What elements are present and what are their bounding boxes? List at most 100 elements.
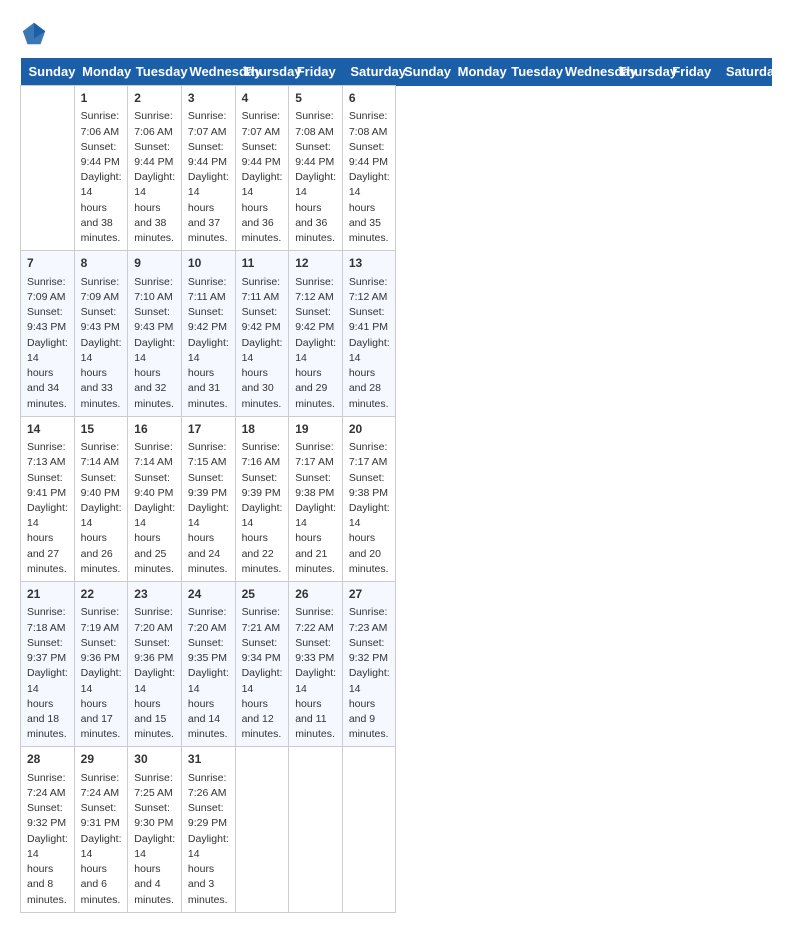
cell-content: 6 Sunrise: 7:08 AM Sunset: 9:44 PM Dayli… xyxy=(349,90,390,246)
day-number: 31 xyxy=(188,751,229,768)
calendar-cell: 15 Sunrise: 7:14 AM Sunset: 9:40 PM Dayl… xyxy=(74,416,128,581)
day-number: 7 xyxy=(27,255,68,272)
daylight-text: Daylight: 14 hours and 29 minutes. xyxy=(295,337,336,410)
sunrise-text: Sunrise: 7:08 AM xyxy=(349,110,388,137)
calendar-cell xyxy=(289,747,343,912)
sunset-text: Sunset: 9:43 PM xyxy=(27,306,66,333)
day-number: 2 xyxy=(134,90,175,107)
sunrise-text: Sunrise: 7:06 AM xyxy=(134,110,173,137)
daylight-text: Daylight: 14 hours and 36 minutes. xyxy=(295,171,336,244)
calendar-cell: 6 Sunrise: 7:08 AM Sunset: 9:44 PM Dayli… xyxy=(342,86,396,251)
sunset-text: Sunset: 9:43 PM xyxy=(134,306,173,333)
calendar-week-row: 21 Sunrise: 7:18 AM Sunset: 9:37 PM Dayl… xyxy=(21,582,772,747)
day-number: 1 xyxy=(81,90,122,107)
sunset-text: Sunset: 9:38 PM xyxy=(349,472,388,499)
day-number: 6 xyxy=(349,90,390,107)
daylight-text: Daylight: 14 hours and 21 minutes. xyxy=(295,502,336,575)
day-number: 10 xyxy=(188,255,229,272)
calendar-cell: 8 Sunrise: 7:09 AM Sunset: 9:43 PM Dayli… xyxy=(74,251,128,416)
daylight-text: Daylight: 14 hours and 26 minutes. xyxy=(81,502,122,575)
daylight-text: Daylight: 14 hours and 12 minutes. xyxy=(242,667,283,740)
weekday-header-saturday: Saturday xyxy=(342,58,396,86)
calendar-cell: 22 Sunrise: 7:19 AM Sunset: 9:36 PM Dayl… xyxy=(74,582,128,747)
day-number: 22 xyxy=(81,586,122,603)
day-number: 13 xyxy=(349,255,390,272)
daylight-text: Daylight: 14 hours and 6 minutes. xyxy=(81,833,122,906)
daylight-text: Daylight: 14 hours and 31 minutes. xyxy=(188,337,229,410)
sunset-text: Sunset: 9:35 PM xyxy=(188,637,227,664)
weekday-header-row: SundayMondayTuesdayWednesdayThursdayFrid… xyxy=(21,58,772,86)
daylight-text: Daylight: 14 hours and 33 minutes. xyxy=(81,337,122,410)
calendar-cell: 11 Sunrise: 7:11 AM Sunset: 9:42 PM Dayl… xyxy=(235,251,289,416)
calendar-cell xyxy=(235,747,289,912)
daylight-text: Daylight: 14 hours and 32 minutes. xyxy=(134,337,175,410)
weekday-header-tuesday: Tuesday xyxy=(503,58,557,86)
sunset-text: Sunset: 9:42 PM xyxy=(188,306,227,333)
daylight-text: Daylight: 14 hours and 15 minutes. xyxy=(134,667,175,740)
cell-content: 21 Sunrise: 7:18 AM Sunset: 9:37 PM Dayl… xyxy=(27,586,68,742)
sunset-text: Sunset: 9:44 PM xyxy=(242,141,281,168)
calendar-cell: 16 Sunrise: 7:14 AM Sunset: 9:40 PM Dayl… xyxy=(128,416,182,581)
sunrise-text: Sunrise: 7:25 AM xyxy=(134,772,173,799)
sunrise-text: Sunrise: 7:08 AM xyxy=(295,110,334,137)
sunrise-text: Sunrise: 7:09 AM xyxy=(81,276,120,303)
sunrise-text: Sunrise: 7:10 AM xyxy=(134,276,173,303)
sunset-text: Sunset: 9:41 PM xyxy=(349,306,388,333)
sunrise-text: Sunrise: 7:18 AM xyxy=(27,606,66,633)
daylight-text: Daylight: 14 hours and 20 minutes. xyxy=(349,502,390,575)
day-number: 5 xyxy=(295,90,336,107)
cell-content: 12 Sunrise: 7:12 AM Sunset: 9:42 PM Dayl… xyxy=(295,255,336,411)
sunset-text: Sunset: 9:44 PM xyxy=(134,141,173,168)
sunset-text: Sunset: 9:44 PM xyxy=(81,141,120,168)
daylight-text: Daylight: 14 hours and 22 minutes. xyxy=(242,502,283,575)
calendar-cell: 27 Sunrise: 7:23 AM Sunset: 9:32 PM Dayl… xyxy=(342,582,396,747)
day-number: 26 xyxy=(295,586,336,603)
cell-content: 14 Sunrise: 7:13 AM Sunset: 9:41 PM Dayl… xyxy=(27,421,68,577)
sunset-text: Sunset: 9:40 PM xyxy=(81,472,120,499)
cell-content: 13 Sunrise: 7:12 AM Sunset: 9:41 PM Dayl… xyxy=(349,255,390,411)
calendar-cell: 25 Sunrise: 7:21 AM Sunset: 9:34 PM Dayl… xyxy=(235,582,289,747)
cell-content: 20 Sunrise: 7:17 AM Sunset: 9:38 PM Dayl… xyxy=(349,421,390,577)
weekday-header-monday: Monday xyxy=(450,58,504,86)
daylight-text: Daylight: 14 hours and 8 minutes. xyxy=(27,833,68,906)
weekday-header-wednesday: Wednesday xyxy=(181,58,235,86)
sunrise-text: Sunrise: 7:20 AM xyxy=(188,606,227,633)
sunset-text: Sunset: 9:34 PM xyxy=(242,637,281,664)
daylight-text: Daylight: 14 hours and 36 minutes. xyxy=(242,171,283,244)
sunrise-text: Sunrise: 7:24 AM xyxy=(27,772,66,799)
calendar-cell: 30 Sunrise: 7:25 AM Sunset: 9:30 PM Dayl… xyxy=(128,747,182,912)
calendar-week-row: 7 Sunrise: 7:09 AM Sunset: 9:43 PM Dayli… xyxy=(21,251,772,416)
calendar-cell: 12 Sunrise: 7:12 AM Sunset: 9:42 PM Dayl… xyxy=(289,251,343,416)
calendar-cell: 23 Sunrise: 7:20 AM Sunset: 9:36 PM Dayl… xyxy=(128,582,182,747)
weekday-header-sunday: Sunday xyxy=(396,58,450,86)
sunset-text: Sunset: 9:32 PM xyxy=(349,637,388,664)
calendar-cell: 29 Sunrise: 7:24 AM Sunset: 9:31 PM Dayl… xyxy=(74,747,128,912)
cell-content: 31 Sunrise: 7:26 AM Sunset: 9:29 PM Dayl… xyxy=(188,751,229,907)
sunrise-text: Sunrise: 7:07 AM xyxy=(188,110,227,137)
daylight-text: Daylight: 14 hours and 38 minutes. xyxy=(134,171,175,244)
logo-icon xyxy=(20,20,48,48)
sunrise-text: Sunrise: 7:14 AM xyxy=(134,441,173,468)
calendar-cell: 3 Sunrise: 7:07 AM Sunset: 9:44 PM Dayli… xyxy=(181,86,235,251)
daylight-text: Daylight: 14 hours and 14 minutes. xyxy=(188,667,229,740)
calendar-cell xyxy=(342,747,396,912)
daylight-text: Daylight: 14 hours and 17 minutes. xyxy=(81,667,122,740)
sunset-text: Sunset: 9:33 PM xyxy=(295,637,334,664)
weekday-header-thursday: Thursday xyxy=(611,58,665,86)
daylight-text: Daylight: 14 hours and 27 minutes. xyxy=(27,502,68,575)
cell-content: 11 Sunrise: 7:11 AM Sunset: 9:42 PM Dayl… xyxy=(242,255,283,411)
cell-content: 5 Sunrise: 7:08 AM Sunset: 9:44 PM Dayli… xyxy=(295,90,336,246)
calendar-cell: 4 Sunrise: 7:07 AM Sunset: 9:44 PM Dayli… xyxy=(235,86,289,251)
sunrise-text: Sunrise: 7:23 AM xyxy=(349,606,388,633)
sunset-text: Sunset: 9:42 PM xyxy=(295,306,334,333)
daylight-text: Daylight: 14 hours and 18 minutes. xyxy=(27,667,68,740)
sunrise-text: Sunrise: 7:17 AM xyxy=(295,441,334,468)
sunset-text: Sunset: 9:39 PM xyxy=(188,472,227,499)
calendar-cell: 17 Sunrise: 7:15 AM Sunset: 9:39 PM Dayl… xyxy=(181,416,235,581)
sunrise-text: Sunrise: 7:07 AM xyxy=(242,110,281,137)
sunset-text: Sunset: 9:44 PM xyxy=(295,141,334,168)
day-number: 11 xyxy=(242,255,283,272)
cell-content: 22 Sunrise: 7:19 AM Sunset: 9:36 PM Dayl… xyxy=(81,586,122,742)
sunset-text: Sunset: 9:31 PM xyxy=(81,802,120,829)
calendar-table: SundayMondayTuesdayWednesdayThursdayFrid… xyxy=(20,58,772,913)
